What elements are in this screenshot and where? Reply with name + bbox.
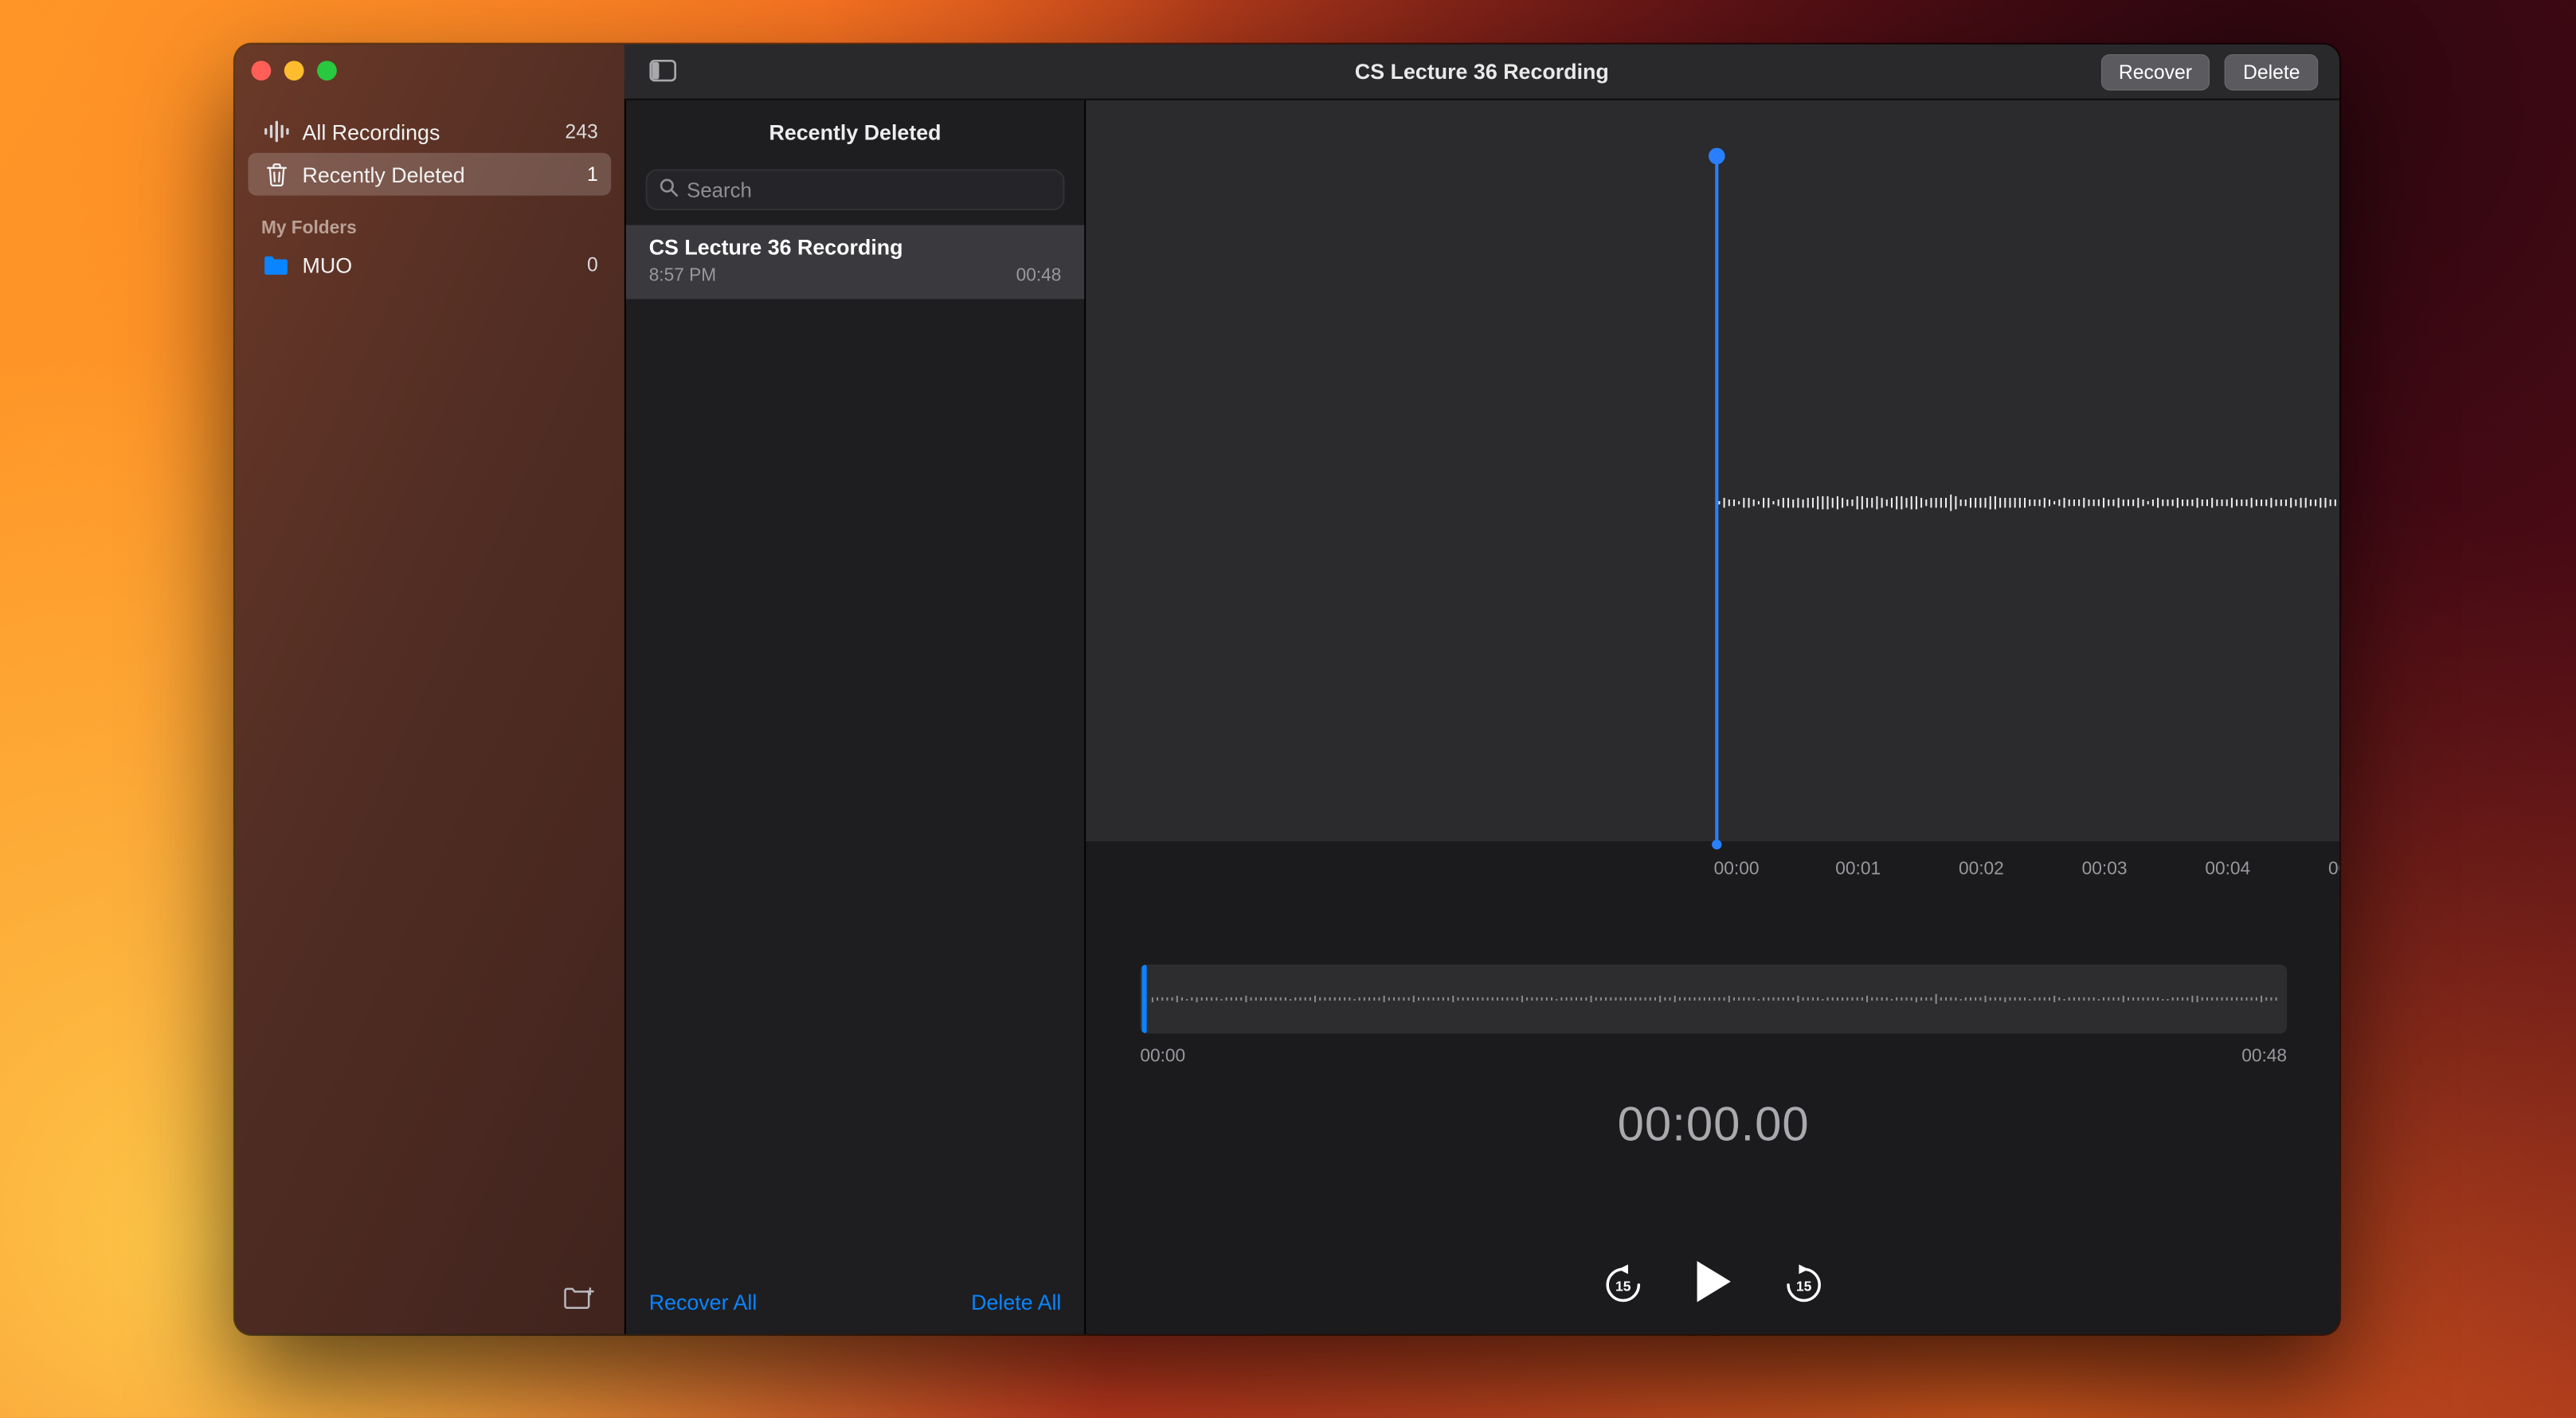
recording-title: CS Lecture 36 Recording [649, 235, 1062, 260]
sidebar-item-label: All Recordings [303, 119, 566, 144]
current-time-display: 00:00.00 [1140, 1099, 2287, 1154]
ruler-label: 00:01 [1835, 860, 1881, 879]
titlebar: CS Lecture 36 Recording Recover Delete [624, 45, 2339, 100]
recording-list-item[interactable]: CS Lecture 36 Recording 8:57 PM 00:48 [626, 225, 1084, 300]
sidebar-item-all-recordings[interactable]: All Recordings 243 [248, 110, 611, 153]
sidebar-list: All Recordings 243 Recently Deleted 1 My… [248, 110, 611, 286]
close-button[interactable] [252, 61, 272, 80]
list-footer: Recover All Delete All [626, 1268, 1084, 1334]
playhead-handle-top[interactable] [1709, 148, 1725, 165]
list-panel-title: Recently Deleted [626, 120, 1084, 145]
playhead-handle-bottom [1712, 840, 1721, 849]
transport-controls: 15 15 [1140, 1251, 2287, 1317]
playhead-line[interactable] [1715, 155, 1718, 846]
new-folder-icon [563, 1291, 594, 1316]
overview-end-time: 00:48 [2241, 1047, 2287, 1067]
ruler-label: 00:03 [2082, 860, 2128, 879]
skip-back-label: 15 [1615, 1277, 1631, 1293]
skip-forward-15-button[interactable]: 15 [1783, 1261, 1826, 1306]
desktop-wallpaper: All Recordings 243 Recently Deleted 1 My… [0, 0, 2576, 1418]
folder-icon [261, 254, 291, 276]
toolbar-buttons: Recover Delete [2100, 54, 2318, 90]
window-title: CS Lecture 36 Recording [624, 45, 2339, 100]
delete-button[interactable]: Delete [2225, 54, 2318, 90]
overview-start-time: 00:00 [1140, 1047, 1185, 1067]
sidebar-item-count: 1 [587, 163, 598, 186]
ruler-label: 00:00 [1714, 860, 1760, 879]
search-field[interactable] [646, 169, 1065, 210]
search-icon [659, 175, 679, 205]
ruler-label: 00:05 [2328, 860, 2339, 879]
player-panel: 00:00 00:01 00:02 00:03 00:04 00:05 00:0… [1086, 100, 2339, 1334]
recording-time: 8:57 PM [649, 266, 716, 286]
time-ruler: 00:00 00:01 00:02 00:03 00:04 00:05 [1086, 860, 2339, 883]
ruler-label: 00:02 [1959, 860, 2004, 879]
overview-time-labels: 00:00 00:48 [1140, 1047, 2287, 1067]
new-folder-button[interactable] [563, 1287, 594, 1316]
recently-deleted-panel: Recently Deleted CS Lecture 36 Recording… [624, 100, 1086, 1334]
recording-duration: 00:48 [1016, 266, 1062, 286]
sidebar-item-folder-muo[interactable]: MUO 0 [248, 243, 611, 286]
waveform-overview [1152, 965, 2280, 1034]
play-button[interactable] [1693, 1258, 1733, 1309]
ruler-label: 00:04 [2205, 860, 2250, 879]
sidebar-section-header: My Folders [261, 218, 598, 238]
sidebar-item-count: 243 [565, 120, 597, 143]
waveform-zoom-area[interactable] [1086, 100, 2339, 841]
minimize-button[interactable] [284, 61, 304, 80]
zoom-button[interactable] [317, 61, 337, 80]
recover-all-button[interactable]: Recover All [649, 1289, 758, 1314]
waveform-icon [261, 120, 291, 143]
sidebar-item-recently-deleted[interactable]: Recently Deleted 1 [248, 153, 611, 196]
search-input[interactable] [687, 178, 1051, 202]
sidebar-item-label: Recently Deleted [303, 162, 587, 186]
overview-playhead[interactable] [1141, 965, 1146, 1034]
voice-memos-window: All Recordings 243 Recently Deleted 1 My… [235, 45, 2339, 1334]
skip-back-15-button[interactable]: 15 [1602, 1261, 1645, 1306]
traffic-lights [252, 61, 337, 80]
trash-icon [261, 162, 291, 186]
delete-all-button[interactable]: Delete All [971, 1289, 1061, 1314]
recover-button[interactable]: Recover [2100, 54, 2210, 90]
waveform-detail [1718, 492, 2339, 515]
sidebar: All Recordings 243 Recently Deleted 1 My… [235, 45, 624, 1334]
sidebar-item-count: 0 [587, 253, 598, 276]
play-icon [1693, 1258, 1733, 1309]
overview-scrubber[interactable] [1140, 965, 2287, 1034]
skip-forward-label: 15 [1796, 1277, 1812, 1293]
sidebar-item-label: MUO [303, 253, 587, 277]
